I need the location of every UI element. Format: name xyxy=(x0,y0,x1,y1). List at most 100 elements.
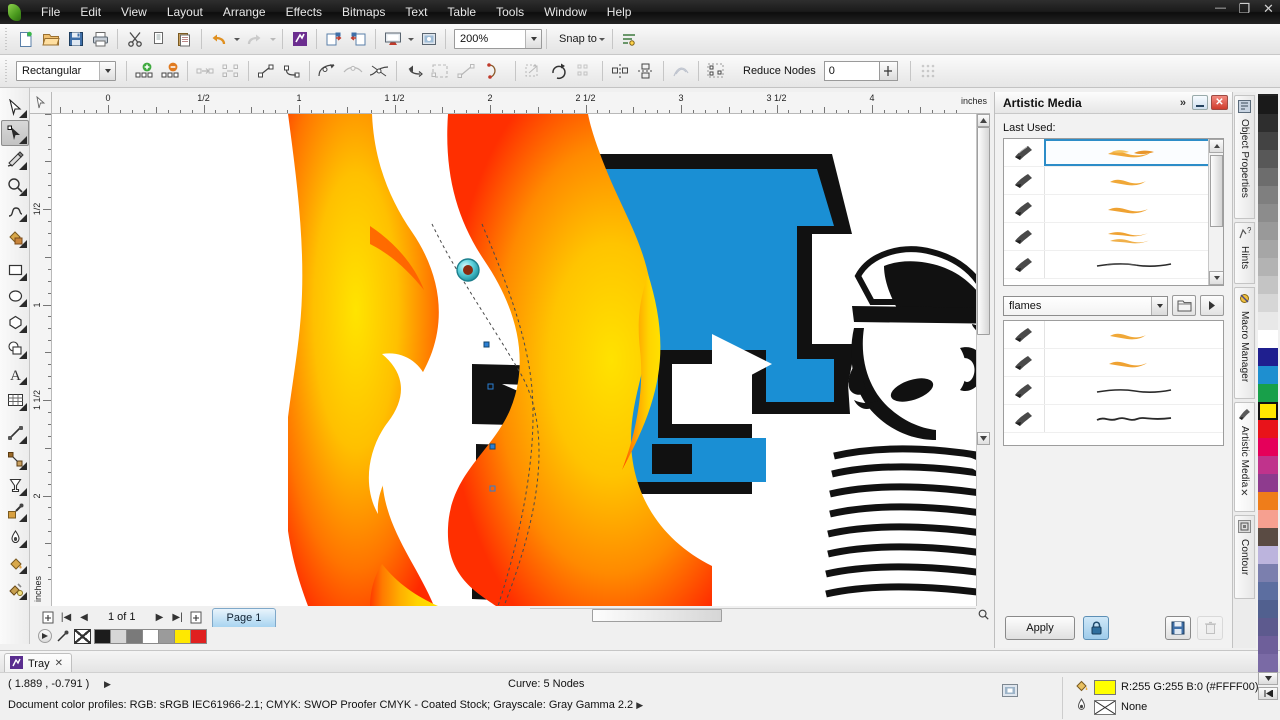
eyedropper-icon[interactable] xyxy=(55,629,70,644)
palette-swatch-19[interactable] xyxy=(1258,438,1278,456)
save-stroke-button[interactable] xyxy=(1165,616,1191,640)
swatch-yellow[interactable] xyxy=(174,628,191,644)
palette-swatch-4[interactable] xyxy=(1258,168,1278,186)
last-used-scrollbar[interactable] xyxy=(1208,139,1223,285)
palette-swatch-21[interactable] xyxy=(1258,474,1278,492)
menu-table[interactable]: Table xyxy=(437,2,486,23)
list-scroll-down-arrow[interactable] xyxy=(1209,271,1223,285)
swatch-gray[interactable] xyxy=(126,628,143,644)
flyout-arrow-icon[interactable] xyxy=(19,162,27,170)
palette-swatch-1[interactable] xyxy=(1258,114,1278,132)
minimize-button[interactable]: — xyxy=(1213,2,1228,15)
horizontal-scroll-thumb[interactable] xyxy=(592,609,722,622)
application-launcher-button[interactable] xyxy=(416,27,441,52)
scroll-down-arrow[interactable] xyxy=(977,432,990,445)
open-document-button[interactable] xyxy=(38,27,63,52)
apply-button[interactable]: Apply xyxy=(1005,616,1075,640)
menu-edit[interactable]: Edit xyxy=(70,2,111,23)
polygon-tool[interactable] xyxy=(1,309,29,335)
menu-help[interactable]: Help xyxy=(597,2,642,23)
previous-page-button[interactable]: ◀ xyxy=(76,608,92,626)
outline-color-indicator[interactable]: None xyxy=(1074,698,1147,716)
redo-dropdown[interactable] xyxy=(267,27,278,52)
browse-folder-button[interactable] xyxy=(1172,295,1196,316)
palette-swatch-28[interactable] xyxy=(1258,600,1278,618)
menu-view[interactable]: View xyxy=(111,2,157,23)
palette-popup-icon[interactable] xyxy=(38,629,52,643)
select-all-nodes-button[interactable] xyxy=(703,58,729,84)
lock-button[interactable] xyxy=(1083,616,1109,640)
pick-tool[interactable] xyxy=(1,94,29,120)
flyout-arrow-icon[interactable] xyxy=(19,240,27,248)
undo-button[interactable] xyxy=(206,27,231,52)
swatch-none[interactable] xyxy=(74,628,91,644)
palette-swatch-9[interactable] xyxy=(1258,258,1278,276)
scroll-up-arrow[interactable] xyxy=(977,114,990,127)
menu-window[interactable]: Window xyxy=(534,2,597,23)
stretch-nodes-button[interactable] xyxy=(520,58,546,84)
tab-object-properties[interactable]: Object Properties xyxy=(1234,95,1255,219)
menu-effects[interactable]: Effects xyxy=(276,2,332,23)
vertical-scroll-thumb[interactable] xyxy=(977,127,990,335)
text-tool[interactable]: A xyxy=(1,361,29,387)
outline-tool[interactable] xyxy=(1,524,29,550)
publish-pdf-dropdown[interactable] xyxy=(405,27,416,52)
crop-tool[interactable] xyxy=(1,146,29,172)
make-node-smooth-button[interactable] xyxy=(340,58,366,84)
tab-hints[interactable]: ? Hints xyxy=(1234,222,1255,284)
canvas-vertical-scrollbar[interactable] xyxy=(976,114,990,606)
delete-stroke-button[interactable] xyxy=(1197,616,1223,640)
flyout-arrow-icon[interactable] xyxy=(19,214,27,222)
palette-swatch-30[interactable] xyxy=(1258,636,1278,654)
tab-close-icon[interactable]: ✕ xyxy=(1240,488,1248,499)
make-node-symmetrical-button[interactable] xyxy=(366,58,392,84)
rotate-skew-nodes-button[interactable] xyxy=(546,58,572,84)
smart-fill-tool[interactable] xyxy=(1,224,29,250)
stroke-item-1[interactable] xyxy=(1004,349,1223,377)
convert-to-line-button[interactable] xyxy=(253,58,279,84)
reflect-vertical-button[interactable] xyxy=(633,58,659,84)
connector-tool[interactable] xyxy=(1,446,29,472)
last-page-button[interactable]: ▶| xyxy=(170,608,186,626)
list-scroll-up-arrow[interactable] xyxy=(1209,139,1223,153)
fill-tool[interactable] xyxy=(1,550,29,576)
flyout-arrow-icon[interactable] xyxy=(19,403,27,411)
palette-swatch-12[interactable] xyxy=(1258,312,1278,330)
extract-subpath-button[interactable] xyxy=(479,58,505,84)
tab-macro-manager[interactable]: Macro Manager xyxy=(1234,287,1255,399)
paste-button[interactable] xyxy=(172,27,197,52)
palette-swatch-24[interactable] xyxy=(1258,528,1278,546)
menu-file[interactable]: File xyxy=(31,2,70,23)
stroke-item-2[interactable] xyxy=(1004,377,1223,405)
table-tool[interactable] xyxy=(1,387,29,413)
tab-contour[interactable]: Contour xyxy=(1234,515,1255,599)
dimension-tool[interactable] xyxy=(1,420,29,446)
fill-color-swatch[interactable] xyxy=(1094,679,1116,695)
palette-swatch-18[interactable] xyxy=(1258,420,1278,438)
rectangle-tool[interactable] xyxy=(1,257,29,283)
palette-swatch-6[interactable] xyxy=(1258,204,1278,222)
options-button[interactable] xyxy=(617,27,642,52)
reflect-horizontal-button[interactable] xyxy=(607,58,633,84)
zoom-to-fit-button[interactable] xyxy=(976,606,990,622)
align-nodes-button[interactable] xyxy=(572,58,598,84)
flyout-arrow-icon[interactable] xyxy=(19,136,27,144)
copy-button[interactable] xyxy=(147,27,172,52)
new-document-button[interactable] xyxy=(13,27,38,52)
redo-button[interactable] xyxy=(242,27,267,52)
flyout-arrow-icon[interactable] xyxy=(19,488,27,496)
palette-swatch-20[interactable] xyxy=(1258,456,1278,474)
last-used-item-3[interactable] xyxy=(1004,223,1223,251)
break-curve-button[interactable] xyxy=(218,58,244,84)
stroke-item-0[interactable] xyxy=(1004,321,1223,349)
palette-swatch-25[interactable] xyxy=(1258,546,1278,564)
palette-scroll-down-icon[interactable] xyxy=(1258,672,1278,685)
menu-layout[interactable]: Layout xyxy=(157,2,213,23)
palette-swatch-5[interactable] xyxy=(1258,186,1278,204)
stroke-item-3[interactable] xyxy=(1004,405,1223,433)
add-page-after-button[interactable] xyxy=(188,608,204,626)
zoom-tool[interactable] xyxy=(1,172,29,198)
curve-smoothness-button[interactable] xyxy=(915,58,941,84)
drawing-canvas[interactable] xyxy=(52,114,976,606)
flyout-arrow-icon[interactable] xyxy=(19,273,27,281)
